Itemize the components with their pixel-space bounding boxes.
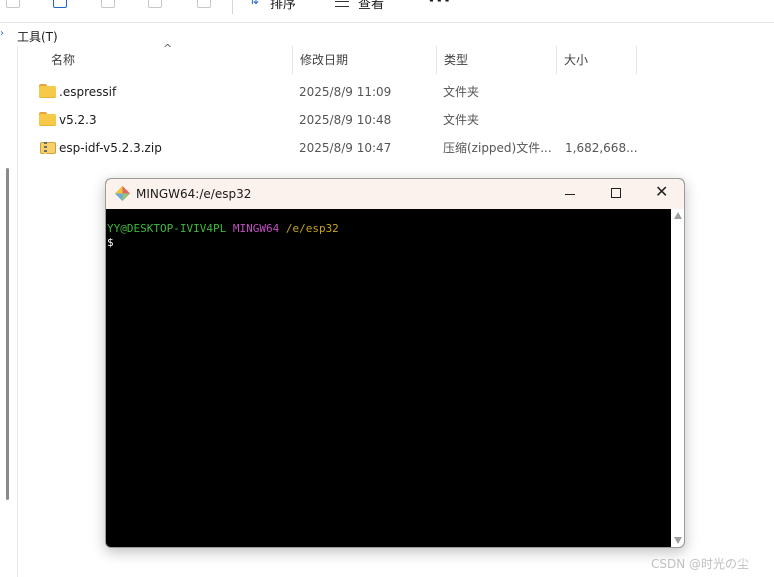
sort-icon: ⇅ xyxy=(249,0,260,7)
navigation-pane-scrollbar[interactable] xyxy=(6,168,9,500)
minimize-icon xyxy=(565,194,575,195)
view-button[interactable]: 查看 xyxy=(358,0,384,12)
menu-bar: › 工具(T) xyxy=(0,24,774,46)
column-header-type[interactable]: 类型 xyxy=(436,46,557,74)
view-icon xyxy=(335,1,349,7)
file-type: 文件夹 xyxy=(443,85,480,99)
maximize-button[interactable] xyxy=(593,179,639,209)
file-type: 压缩(zipped)文件... xyxy=(443,141,552,155)
column-header-size[interactable]: 大小 xyxy=(556,46,637,74)
file-type: 文件夹 xyxy=(443,113,480,127)
scroll-up-arrow-icon[interactable] xyxy=(674,212,682,219)
prompt-user: YY@DESKTOP-IVIV4PL xyxy=(107,222,227,235)
zip-icon xyxy=(39,140,56,154)
terminal-scrollbar[interactable] xyxy=(671,209,684,547)
watermark: CSDN @时光の尘 xyxy=(651,557,750,571)
terminal-window[interactable]: MINGW64:/e/esp32 ✕ YY@DESKTOP-IVIV4PL MI… xyxy=(105,178,685,548)
terminal-title: MINGW64:/e/esp32 xyxy=(136,187,252,201)
column-header-name-label: 名称 xyxy=(51,53,76,67)
file-row-zip[interactable]: esp-idf-v5.2.3.zip 2025/8/9 10:47 压缩(zip… xyxy=(18,134,638,162)
close-button[interactable]: ✕ xyxy=(639,179,684,209)
prompt-line: YY@DESKTOP-IVIV4PL MINGW64 /e/esp32 xyxy=(107,222,339,235)
terminal-output[interactable]: YY@DESKTOP-IVIV4PL MINGW64 /e/esp32 $ xyxy=(106,209,671,547)
explorer-toolbar: ⇅ 排序 ⌄ 查看 ⌄ ··· xyxy=(0,0,774,23)
column-header-size-label: 大小 xyxy=(564,53,589,67)
share-icon[interactable] xyxy=(148,0,162,8)
column-header-modified-label: 修改日期 xyxy=(300,53,349,67)
screen: ⇅ 排序 ⌄ 查看 ⌄ ··· › 工具(T) 名称 ^ 修改日期 类型 大小 … xyxy=(0,0,774,577)
menu-tools[interactable]: 工具(T) xyxy=(17,28,58,45)
file-row-v523[interactable]: v5.2.3 2025/8/9 10:48 文件夹 xyxy=(18,106,638,134)
sort-ascending-icon: ^ xyxy=(163,42,173,55)
file-modified: 2025/8/9 11:09 xyxy=(299,85,392,99)
delete-icon[interactable] xyxy=(197,0,211,8)
close-icon: ✕ xyxy=(655,182,669,201)
chevron-down-icon: ⌄ xyxy=(390,0,398,3)
column-header-type-label: 类型 xyxy=(444,53,469,67)
file-name: .espressif xyxy=(59,85,117,99)
file-name: v5.2.3 xyxy=(59,113,97,127)
prompt-env: MINGW64 xyxy=(232,222,280,235)
file-modified: 2025/8/9 10:48 xyxy=(299,113,392,127)
file-row-espressif[interactable]: .espressif 2025/8/9 11:09 文件夹 xyxy=(18,78,638,106)
file-name: esp-idf-v5.2.3.zip xyxy=(59,141,162,155)
mintty-logo-icon xyxy=(115,186,130,201)
folder-icon xyxy=(39,84,56,98)
paste-icon[interactable] xyxy=(101,0,115,8)
nav-pane-marker-icon: › xyxy=(0,28,4,39)
scroll-down-arrow-icon[interactable] xyxy=(674,537,682,544)
terminal-title-bar[interactable]: MINGW64:/e/esp32 ✕ xyxy=(106,179,684,209)
folder-icon xyxy=(39,112,56,126)
toolbar-separator xyxy=(232,0,233,14)
new-item-icon[interactable] xyxy=(6,0,20,8)
file-modified: 2025/8/9 10:47 xyxy=(299,141,392,155)
prompt-path: /e/esp32 xyxy=(285,222,339,235)
prompt-symbol: $ xyxy=(107,236,114,249)
chevron-down-icon: ⌄ xyxy=(301,0,309,3)
file-size: 1,682,668... xyxy=(565,141,638,155)
copy-icon[interactable] xyxy=(53,0,67,8)
minimize-button[interactable] xyxy=(547,179,593,209)
sort-button[interactable]: 排序 xyxy=(270,0,296,12)
maximize-icon xyxy=(611,188,621,198)
column-header-modified[interactable]: 修改日期 xyxy=(292,46,437,74)
more-options-button[interactable]: ··· xyxy=(428,0,452,11)
